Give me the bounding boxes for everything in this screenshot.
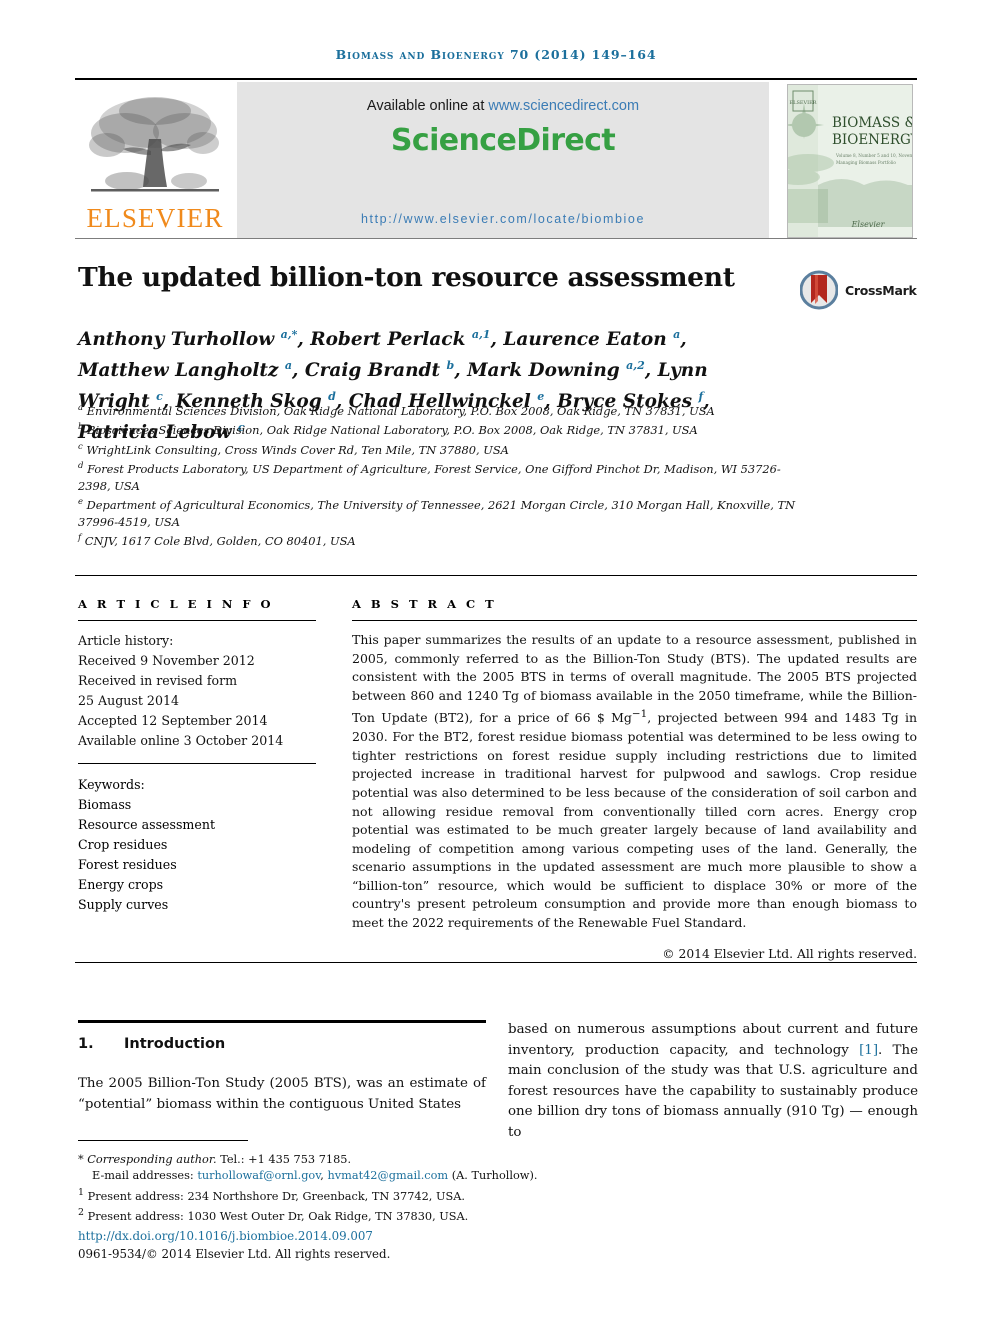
article-history-item: Received in revised form [78,673,238,688]
article-info-heading: A R T I C L E I N F O [78,597,274,611]
issn-copyright-line: 0961-9534/© 2014 Elsevier Ltd. All right… [78,1246,391,1261]
abstract-bottom-rule [75,962,917,963]
affiliation-a: a Environmental Sciences Division, Oak R… [78,403,715,418]
publisher-banner: ELSEVIER Available online at www.science… [75,82,917,238]
journal-homepage-url[interactable]: http://www.elsevier.com/locate/biombioe [237,212,769,226]
elsevier-tree-icon [89,97,219,192]
email-label: E-mail addresses: [92,1169,194,1183]
svg-text:Managing Biomass Portfolio: Managing Biomass Portfolio [836,160,896,165]
doi-link[interactable]: http://dx.doi.org/10.1016/j.biombioe.201… [78,1228,598,1244]
intro-paragraph-right: based on numerous assumptions about curr… [508,1022,918,1140]
article-history-item: 25 August 2014 [78,693,179,708]
elsevier-wordmark: ELSEVIER [86,203,224,233]
svg-text:ELSEVIER: ELSEVIER [789,100,816,106]
body-column-left: 1. Introduction The 2005 Billion-Ton Stud… [78,1020,486,1115]
affiliation-f: f CNJV, 1617 Cole Blvd, Golden, CO 80401… [78,533,356,548]
affiliation-d: d Forest Products Laboratory, US Departm… [78,461,781,493]
header-rule [75,78,917,80]
present-address-text-1: Present address: 234 Northshore Dr, Gree… [87,1189,465,1203]
svg-text:BIOENERGY: BIOENERGY [832,132,912,148]
sciencedirect-banner: Available online at www.sciencedirect.co… [237,82,769,238]
svg-text:BIOMASS &: BIOMASS & [832,115,912,131]
section-number: 1. [78,1036,94,1052]
affiliation-c: c WrightLink Consulting, Cross Winds Cov… [78,441,509,457]
email-link-primary[interactable]: turhollowaf@ornl.gov [197,1169,320,1182]
svg-text:Elsevier: Elsevier [851,220,886,229]
keyword-item: Forest residues [78,857,177,872]
present-address-note-2: 2 Present address: 1030 West Outer Dr, O… [78,1206,469,1223]
sciencedirect-link[interactable]: www.sciencedirect.com [488,98,639,114]
sciencedirect-logo: ScienceDirect [390,123,616,158]
keyword-item: Crop residues [78,837,168,852]
email-attribution: (A. Turhollow). [451,1169,538,1183]
keyword-item: Biomass [78,797,132,812]
intro-paragraph-left: The 2005 Billion-Ton Study (2005 BTS), w… [78,1076,486,1112]
corresponding-author-note: * Corresponding author. Tel.: +1 435 753… [78,1153,352,1166]
keywords-divider [78,763,316,764]
article-history-item: Received 9 November 2012 [78,653,255,668]
available-online-label: Available online at [366,98,489,114]
footnote-block: * Corresponding author. Tel.: +1 435 753… [78,1152,598,1262]
abstract-heading: A B S T R A C T [352,597,497,611]
crossmark-label: CrossMark [845,282,917,298]
journal-cover-thumbnail: ELSEVIER BIOMASS & BIOENERGY Volume 8, N… [787,84,913,238]
section-heading-rule [78,1020,486,1023]
abstract-text: This paper summarizes the results of an … [352,632,917,931]
affiliation-list: a Environmental Sciences Division, Oak R… [78,400,798,550]
section-heading: 1. Introduction [78,1036,486,1052]
elsevier-logo: ELSEVIER [75,82,235,238]
section-title-text: Introduction [124,1036,226,1052]
page-title: The updated billion-ton resource assessm… [78,262,735,293]
abstract-copyright: © 2014 Elsevier Ltd. All rights reserved… [662,946,917,961]
article-history-item: Accepted 12 September 2014 [78,713,268,728]
present-address-text-2: Present address: 1030 West Outer Dr, Oak… [87,1209,469,1223]
keyword-item: Supply curves [78,897,169,912]
running-head: Biomass and Bioenergy 70 (2014) 149–164 [335,47,657,62]
footnote-rule [78,1140,248,1141]
article-history-items: Received 9 November 2012 Received in revi… [78,651,316,751]
abstract-divider [352,620,917,621]
journal-cover-artwork: ELSEVIER BIOMASS & BIOENERGY Volume 8, N… [788,85,912,237]
crossmark-icon [800,270,838,310]
article-info-top-rule [75,575,917,576]
email-link-secondary[interactable]: hvmat42@gmail.com [327,1169,448,1182]
body-column-right: based on numerous assumptions about curr… [508,1020,918,1143]
article-history-item: Available online 3 October 2014 [78,733,284,748]
abstract-column: A B S T R A C T This paper summarizes th… [352,597,917,961]
affiliation-e: e Department of Agricultural Economics, … [78,497,796,529]
article-info-divider [78,620,316,621]
affiliation-b: b Biosciences Sciences Division, Oak Rid… [78,422,698,438]
article-history-label: Article history: [78,633,174,648]
keyword-item: Resource assessment [78,817,216,832]
article-history: Article history: Received 9 November 201… [78,631,316,751]
svg-text:Volume 8, Number 5 and 10, Nov: Volume 8, Number 5 and 10, November 2004 [835,153,912,158]
banner-bottom-rule [75,238,917,239]
available-online-line: Available online at www.sciencedirect.co… [237,98,769,114]
keywords-label: Keywords: [78,777,145,792]
keyword-item: Energy crops [78,877,164,892]
crossmark-badge[interactable]: CrossMark [800,268,918,312]
article-info-column: A R T I C L E I N F O Article history: R… [78,597,316,915]
keywords-list: Biomass Resource assessment Crop residues F… [78,795,316,915]
journal-article-page: Biomass and Bioenergy 70 (2014) 149–164 [0,0,992,1323]
present-address-note-1: 1 Present address: 234 Northshore Dr, Gr… [78,1186,465,1203]
email-note: E-mail addresses: turhollowaf@ornl.gov, … [92,1169,538,1183]
